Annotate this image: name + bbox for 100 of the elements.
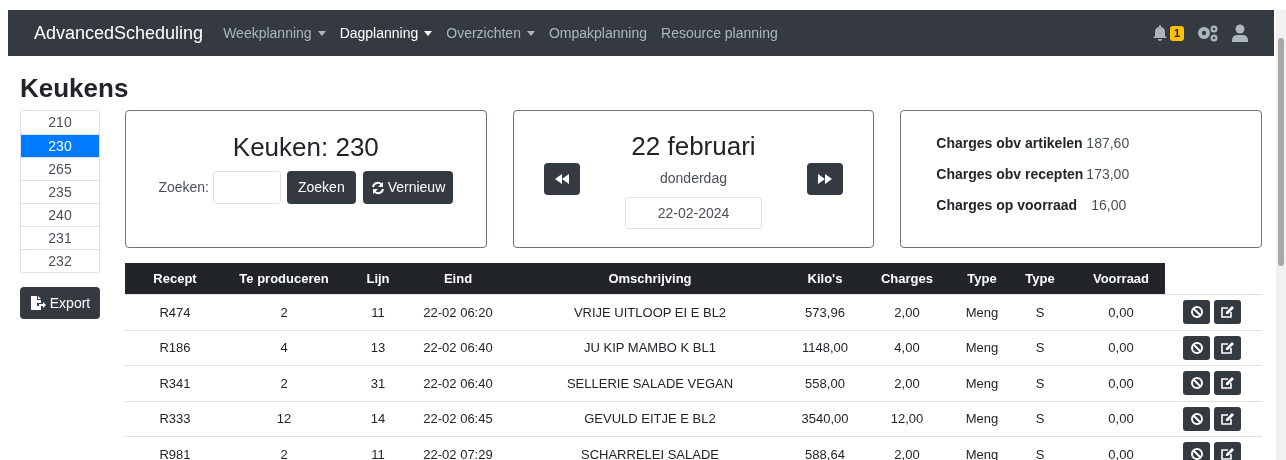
brand-logo[interactable]: AdvancedScheduling bbox=[34, 19, 204, 47]
table-cell-text: 13 bbox=[369, 339, 387, 357]
ban-icon bbox=[1190, 306, 1203, 319]
column-header: Recept bbox=[152, 269, 198, 288]
edit-button[interactable] bbox=[1214, 300, 1241, 325]
search-field[interactable] bbox=[212, 171, 281, 204]
rewind-icon bbox=[554, 174, 569, 184]
edit-button[interactable] bbox=[1214, 406, 1241, 431]
ban-icon bbox=[1190, 377, 1203, 390]
table-cell-text: R186 bbox=[158, 339, 192, 357]
table-cell-text: 12,00 bbox=[889, 410, 925, 428]
table-cell-text: SELLERIE SALADE VEGAN bbox=[565, 374, 735, 393]
table-cell-text: 0,00 bbox=[1107, 410, 1135, 428]
table-cell-text: S bbox=[1034, 339, 1046, 357]
edit-icon bbox=[1221, 412, 1234, 425]
block-button[interactable] bbox=[1183, 442, 1210, 460]
ban-icon bbox=[1190, 448, 1203, 460]
table-cell-text: S bbox=[1034, 374, 1046, 393]
column-header: Type bbox=[966, 269, 998, 288]
table-cell-text: 2 bbox=[279, 303, 289, 322]
edit-button[interactable] bbox=[1214, 442, 1241, 460]
column-header: Type bbox=[1024, 269, 1056, 288]
table-cell-text: 4,00 bbox=[893, 339, 921, 357]
block-button[interactable] bbox=[1183, 406, 1210, 431]
table-cell-text: Meng bbox=[964, 303, 1000, 322]
table-cell-text: 22-02 07:29 bbox=[422, 445, 494, 460]
table-cell-text: 14 bbox=[369, 410, 387, 428]
nav-link[interactable]: Weekplanning bbox=[223, 22, 326, 44]
charges-value: 16,00 bbox=[1090, 196, 1127, 215]
table-cell-text: S bbox=[1034, 303, 1046, 322]
table-cell-text: 588,64 bbox=[804, 445, 846, 460]
table-cell-text: 11 bbox=[370, 445, 386, 460]
gears-icon[interactable] bbox=[1196, 24, 1220, 42]
table-cell-text: 0,00 bbox=[1107, 303, 1135, 322]
export-button[interactable]: Export bbox=[20, 287, 100, 319]
scrollbar-thumb[interactable] bbox=[1278, 38, 1284, 266]
table-cell-text: R333 bbox=[158, 410, 192, 428]
previous-button[interactable] bbox=[543, 163, 580, 195]
nav-link[interactable]: Ompakplanning bbox=[548, 22, 647, 44]
table-cell-text: R341 bbox=[158, 374, 192, 393]
kitchen-item[interactable]: 232 bbox=[21, 249, 99, 272]
weekday-label: donderdag bbox=[660, 168, 727, 188]
table-cell-text: 2,00 bbox=[893, 374, 921, 393]
search-button[interactable]: Zoeken bbox=[286, 171, 356, 204]
table-cell-text: 22-02 06:45 bbox=[422, 410, 494, 428]
column-header: Voorraad bbox=[1091, 269, 1151, 288]
table-cell-text: 573,96 bbox=[804, 303, 846, 322]
edit-icon bbox=[1221, 377, 1234, 390]
nav-link[interactable]: Overzichten bbox=[446, 22, 535, 44]
column-header: Te produceren bbox=[238, 269, 330, 288]
nav-link[interactable]: Resource planning bbox=[661, 22, 778, 44]
table-cell-text: 31 bbox=[369, 374, 387, 393]
next-button[interactable] bbox=[807, 163, 844, 195]
table-cell-text: 0,00 bbox=[1107, 445, 1135, 460]
charges-label: Charges obv recepten bbox=[936, 165, 1085, 184]
table-cell-text: Meng bbox=[964, 374, 1000, 393]
column-header: Lijn bbox=[365, 269, 391, 288]
edit-button[interactable] bbox=[1214, 335, 1241, 360]
table-cell-text: 2,00 bbox=[893, 303, 921, 322]
charges-value: 173,00 bbox=[1086, 165, 1127, 184]
file-export-icon bbox=[29, 295, 46, 311]
column-header: Omschrijving bbox=[607, 269, 693, 288]
charges-label: Charges obv artikelen bbox=[936, 134, 1084, 153]
table-cell-text: 22-02 06:20 bbox=[422, 303, 494, 322]
date-title: 22 februari bbox=[631, 129, 756, 162]
kitchen-item[interactable]: 230 bbox=[21, 134, 99, 157]
table-cell-text: VRIJE UITLOOP EI E BL2 bbox=[572, 303, 728, 322]
table-cell-text: 3540,00 bbox=[800, 410, 850, 428]
fast-forward-icon bbox=[818, 174, 833, 184]
kitchen-title: Keuken: 230 bbox=[232, 131, 379, 163]
table-cell-text: 2,00 bbox=[893, 445, 921, 460]
table-cell-text: 12 bbox=[275, 410, 293, 428]
table-cell-text: SCHARRELEI SALADE bbox=[580, 445, 720, 460]
table-cell-text: S bbox=[1034, 410, 1046, 428]
table-cell-text: S bbox=[1034, 445, 1046, 460]
date-field[interactable]: 22-02-2024 bbox=[625, 196, 762, 229]
column-header: Charges bbox=[880, 269, 934, 288]
edit-icon bbox=[1221, 341, 1234, 354]
bell-icon[interactable] bbox=[1151, 25, 1168, 41]
table-cell-text: Meng bbox=[964, 339, 1000, 357]
block-button[interactable] bbox=[1183, 335, 1210, 360]
table-cell-text: 558,00 bbox=[804, 374, 846, 393]
edit-icon bbox=[1221, 306, 1234, 319]
block-button[interactable] bbox=[1183, 300, 1210, 325]
table-cell-text: 4 bbox=[279, 339, 289, 357]
edit-button[interactable] bbox=[1214, 371, 1241, 396]
table-cell-text: JU KIP MAMBO K BL1 bbox=[583, 339, 717, 357]
charges-value: 187,60 bbox=[1086, 134, 1127, 153]
table-cell-text: 22-02 06:40 bbox=[422, 374, 494, 393]
user-icon[interactable] bbox=[1232, 24, 1248, 42]
table-cell-text: 0,00 bbox=[1107, 374, 1135, 393]
table-cell-text: Meng bbox=[964, 410, 1000, 428]
block-button[interactable] bbox=[1183, 371, 1210, 396]
column-header: Kilo's bbox=[806, 269, 844, 288]
refresh-button[interactable]: Vernieuw bbox=[362, 171, 454, 204]
nav-link[interactable]: Dagplanning bbox=[339, 22, 433, 44]
ban-icon bbox=[1190, 341, 1203, 354]
page-title: Keukens bbox=[20, 72, 130, 104]
edit-icon bbox=[1221, 448, 1234, 460]
refresh-icon bbox=[370, 180, 385, 195]
